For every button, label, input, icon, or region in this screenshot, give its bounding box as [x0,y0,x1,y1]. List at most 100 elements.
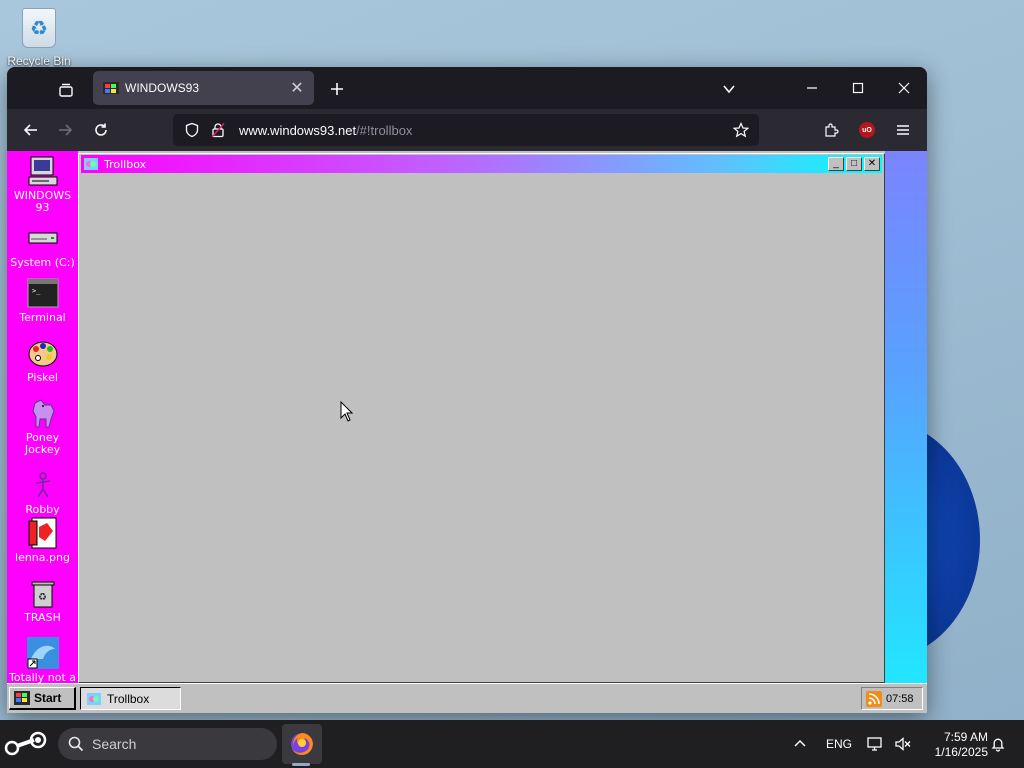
ublock-origin-button[interactable]: uO [853,116,881,144]
tab-close-icon[interactable]: ✕ [286,77,308,99]
desktop-icon-label: Recycle Bin [7,54,71,68]
ublock-origin-icon: uO [859,122,875,138]
tab-strip: WINDOWS93 ✕ [7,67,927,109]
input-language-indicator[interactable]: ENG [822,732,856,756]
arrow-left-icon [23,124,37,136]
address-bar[interactable]: www.windows93.net/#!trollbox [173,114,759,146]
w93-icon-poney-jockey[interactable]: Poney Jockey [7,397,78,456]
w93-icon-lenna-png[interactable]: lenna.png [7,517,78,564]
maximize-icon [852,82,864,94]
tracking-protection-shield-icon[interactable] [183,121,201,139]
trollbox-title: Trollbox [104,157,147,171]
trollbox-icon [87,692,101,705]
trollbox-maximize-button[interactable]: □ [846,157,862,171]
forward-button[interactable] [51,116,79,144]
hard-drive-icon [27,222,59,254]
w93-icon-system-c[interactable]: System (C:) [7,222,78,269]
w93-start-button[interactable]: Start [9,687,76,710]
minimize-button[interactable] [797,73,827,103]
reload-button[interactable] [87,116,115,144]
w93-icon-robby[interactable]: Robby [7,469,78,516]
w93-start-label: Start [34,691,62,705]
clock-date: 1/16/2025 [934,745,988,759]
tab-list-button[interactable] [51,75,81,105]
windows-search-box[interactable]: Search [58,728,277,760]
w93-icon-label: TRASH [24,611,61,624]
w93-icon-label: Terminal [19,311,66,324]
application-menu-button[interactable] [889,116,917,144]
page-content: WINDOWS 93 System (C:) >_ Terminal Piske… [7,151,927,713]
svg-text:>_: >_ [32,287,41,295]
w93-desktop-gradient-edge [885,151,927,683]
bookmark-star-icon[interactable] [727,116,755,144]
pony-icon [27,397,59,429]
tab-title: WINDOWS93 [125,81,200,95]
plus-icon [331,83,343,95]
trollbox-titlebar[interactable]: Trollbox _ □ ✕ [81,155,882,173]
minimize-icon [807,87,817,89]
extensions-button[interactable] [817,116,845,144]
tab-windows93[interactable]: WINDOWS93 ✕ [93,71,314,105]
w93-system-tray: 07:58 [861,687,923,710]
steam-icon [4,731,47,756]
w93-icon-label: Poney Jockey [24,431,61,456]
arrow-right-icon [59,124,73,136]
w93-icon-totally-not-a[interactable]: Totally not a [7,637,78,684]
w93-icon-terminal[interactable]: >_ Terminal [7,277,78,324]
desktop-icon-recycle-bin[interactable]: ♻ Recycle Bin [6,8,72,72]
windows93-favicon [103,82,119,94]
trollbox-close-button[interactable]: ✕ [864,157,880,171]
trollbox-content[interactable] [81,175,882,680]
navigation-bar: www.windows93.net/#!trollbox uO [7,109,927,151]
terminal-icon: >_ [27,277,59,309]
browser-window: WINDOWS93 ✕ www.windows93.net/#!trollbox… [7,67,927,713]
trollbox-icon [84,158,98,170]
search-icon [68,736,84,752]
tab-list-icon [59,83,73,97]
search-placeholder: Search [92,736,137,752]
close-icon [898,82,910,94]
windows-taskbar: Search ENG 7:59 AM 1/16/2025 [0,720,1024,768]
paint-palette-icon [27,337,59,369]
w93-clock: 07:58 [886,692,914,705]
hamburger-menu-icon [897,125,909,135]
w93-icon-label: Robby [25,503,60,516]
chevron-up-icon [794,739,806,747]
url-text[interactable]: www.windows93.net/#!trollbox [239,123,727,138]
lock-icon[interactable] [209,121,227,139]
close-window-button[interactable] [889,73,919,103]
dolphin-shortcut-icon [26,637,59,669]
rss-icon[interactable] [866,690,882,707]
w93-icon-label: WINDOWS 93 [13,189,72,214]
notifications-bell-icon[interactable] [986,732,1010,756]
trash-can-icon: ♻ [27,577,59,609]
mouse-cursor-icon [340,401,354,422]
w93-icon-windows93[interactable]: WINDOWS 93 [7,155,78,214]
volume-muted-icon[interactable] [892,732,914,756]
w93-task-label: Trollbox [107,691,150,706]
w93-icon-label: Piskel [27,371,58,384]
chevron-down-icon [723,85,735,94]
reload-icon [95,123,107,136]
svg-text:♻: ♻ [38,592,47,603]
w93-task-trollbox[interactable]: Trollbox [80,687,181,710]
clock-time: 7:59 AM [943,730,988,744]
steam-taskbar-button[interactable] [2,728,52,760]
maximize-button[interactable] [843,73,873,103]
firefox-icon [291,733,313,755]
url-host: www.windows93.net [239,122,357,138]
active-app-indicator [292,763,310,766]
back-button[interactable] [17,116,45,144]
new-tab-button[interactable] [323,75,351,103]
stick-figure-icon [27,469,59,501]
system-clock[interactable]: 7:59 AM 1/16/2025 [918,728,988,762]
trollbox-minimize-button[interactable]: _ [828,157,844,171]
w93-desktop: WINDOWS 93 System (C:) >_ Terminal Piske… [7,151,78,684]
w93-icon-piskel[interactable]: Piskel [7,337,78,384]
list-all-tabs-button[interactable] [715,75,743,103]
firefox-taskbar-button[interactable] [282,724,322,764]
w93-taskbar: Start Trollbox 07:58 [7,683,927,713]
network-icon[interactable] [864,732,886,756]
w93-icon-trash[interactable]: ♻ TRASH [7,577,78,624]
show-hidden-icons-button[interactable] [788,732,812,756]
